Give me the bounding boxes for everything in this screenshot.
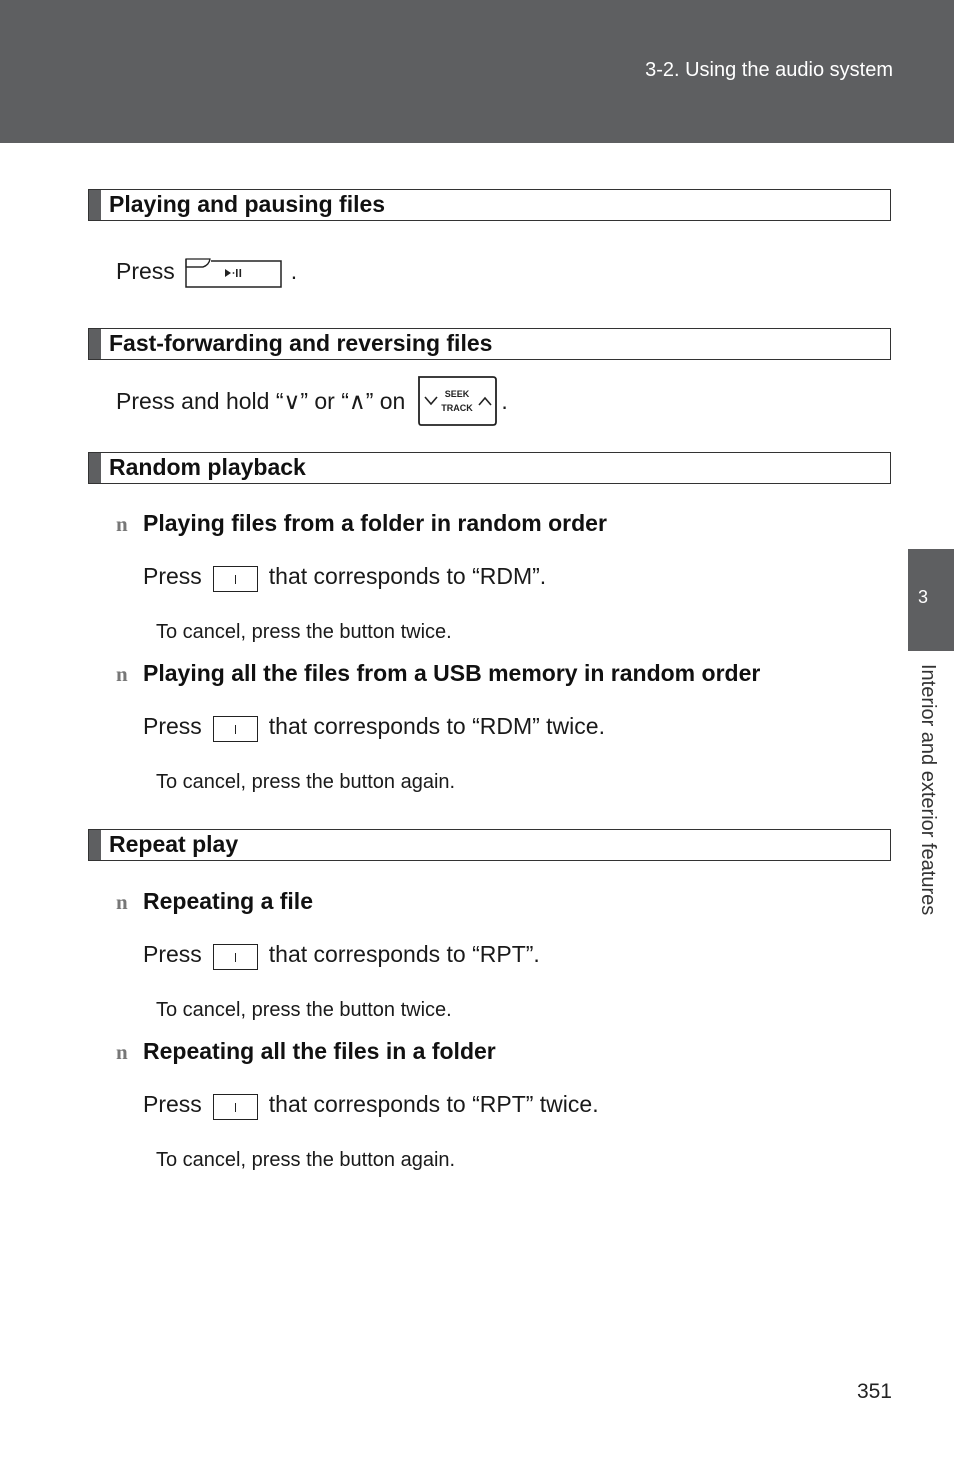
section-accent [89, 453, 101, 483]
repeat-file-cancel-note: To cancel, press the button twice. [156, 999, 452, 1021]
period: . [501, 387, 508, 414]
repeat-file-instruction: Press that corresponds to “RPT”. [143, 941, 540, 970]
section-heading-ff-rev: Fast-forwarding and reversing files [88, 328, 891, 360]
section-title: Repeat play [109, 831, 239, 857]
preset-key-icon [212, 565, 258, 592]
repeat-file-heading: n Repeating a file [116, 888, 313, 915]
seek-track-key-icon: SEEK TRACK [417, 376, 498, 426]
subheading-text: Repeating all the files in a folder [143, 1038, 496, 1064]
press-text: Press [143, 713, 202, 739]
bullet-icon: n [116, 512, 128, 536]
instruction-text: that corresponds to “RDM” twice. [268, 713, 605, 739]
repeat-folder-instruction: Press that corresponds to “RPT” twice. [143, 1091, 599, 1120]
page-number: 351 [856, 1380, 892, 1403]
period: . [290, 258, 298, 284]
section-title: Playing and pausing files [109, 191, 386, 217]
instruction-text: that corresponds to “RPT”. [268, 941, 540, 967]
press-text: Press [116, 258, 175, 284]
press-text: Press [143, 941, 202, 967]
random-folder-cancel-note: To cancel, press the button twice. [156, 621, 452, 643]
bullet-icon: n [116, 662, 128, 686]
chapter-title: 3-2. Using the audio system [645, 59, 893, 81]
bullet-icon: n [116, 890, 128, 914]
section-accent [89, 830, 101, 860]
section-accent [89, 329, 101, 359]
track-label: TRACK [442, 403, 474, 413]
random-folder-heading: n Playing files from a folder in random … [116, 510, 607, 537]
press-text: Press [143, 1091, 202, 1117]
random-usb-cancel-note: To cancel, press the button again. [156, 771, 456, 793]
subheading-text: Playing all the files from a USB memory … [143, 660, 761, 686]
subheading-text: Repeating a file [143, 888, 313, 914]
section-heading-random: Random playback [88, 452, 891, 484]
random-folder-instruction: Press that corresponds to “RDM”. [143, 563, 547, 592]
section-title: Random playback [109, 454, 306, 480]
seek-label: SEEK [445, 389, 470, 399]
random-usb-instruction: Press that corresponds to “RDM” twice. [143, 713, 605, 742]
chapter-tab: 3 [908, 549, 954, 651]
instruction-text: that corresponds to “RDM”. [268, 563, 547, 589]
play-pause-instruction: Press . [116, 256, 298, 288]
repeat-folder-cancel-note: To cancel, press the button again. [156, 1149, 456, 1171]
section-heading-play-pause: Playing and pausing files [88, 189, 891, 221]
bullet-icon: n [116, 1040, 128, 1064]
instruction-text: that corresponds to “RPT” twice. [268, 1091, 599, 1117]
ff-rev-instruction: Press and hold “∨” or “∧” on SEEK TRACK … [116, 376, 508, 426]
chapter-side-label: Interior and exterior features [917, 664, 939, 916]
repeat-folder-heading: n Repeating all the files in a folder [116, 1038, 496, 1065]
preset-key-icon [212, 1093, 258, 1120]
preset-key-icon [212, 715, 258, 742]
subheading-text: Playing files from a folder in random or… [143, 510, 607, 536]
section-heading-repeat: Repeat play [88, 829, 891, 861]
section-accent [89, 190, 101, 220]
chapter-number: 3 [918, 587, 929, 607]
preset-key-icon [212, 943, 258, 970]
press-hold-text: Press and hold “∨” or “∧” on [116, 387, 406, 414]
section-title: Fast-forwarding and reversing files [109, 330, 493, 356]
random-usb-heading: n Playing all the files from a USB memor… [116, 660, 760, 687]
page-header: 3-2. Using the audio system [0, 0, 954, 143]
press-text: Press [143, 563, 202, 589]
play-pause-key-icon [185, 257, 283, 288]
